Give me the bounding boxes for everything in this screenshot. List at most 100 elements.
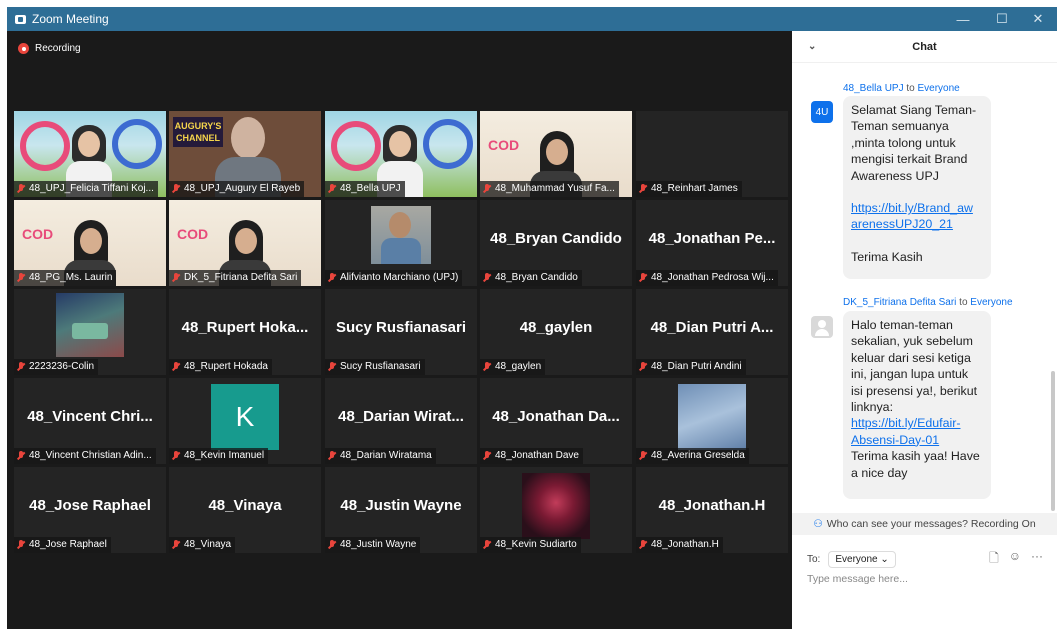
participant-display-name: 48_Bryan Candido bbox=[490, 230, 622, 247]
muted-mic-icon bbox=[639, 273, 647, 283]
chat-tools: 🗋 ☺ ··· bbox=[989, 549, 1043, 570]
minimize-button[interactable]: — bbox=[944, 7, 982, 31]
participant-display-name: 48_Vincent Chri... bbox=[27, 408, 153, 425]
participant-name-label: 48_Jose Raphael bbox=[14, 537, 111, 553]
participant-display-name: 48_Vinaya bbox=[208, 497, 282, 514]
message-link[interactable]: https://bit.ly/Brand_aw bbox=[851, 200, 983, 216]
participant-name-label: 48_Vincent Christian Adin... bbox=[14, 448, 156, 464]
participant-name-label: 48_Bella UPJ bbox=[325, 181, 405, 197]
participant-tile[interactable]: 2223236-Colin bbox=[14, 289, 166, 375]
participant-name-label: 48_UPJ_Augury El Rayeb bbox=[169, 181, 305, 197]
file-icon[interactable]: 🗋 bbox=[989, 549, 999, 570]
participant-tile[interactable]: 48_Bella UPJ bbox=[325, 111, 477, 197]
participant-tile[interactable]: COD 48_Muhammad Yusuf Fa... bbox=[480, 111, 632, 197]
participant-name-label: DK_5_Fitriana Defita Sari bbox=[169, 270, 302, 286]
participant-name-label: 48_Vinaya bbox=[169, 537, 236, 553]
participant-display-name: 48_Jonathan Da... bbox=[492, 408, 620, 425]
muted-mic-icon bbox=[483, 540, 491, 550]
muted-mic-icon bbox=[17, 362, 25, 372]
message-link[interactable]: arenessUPJ20_21 bbox=[851, 216, 983, 232]
muted-mic-icon bbox=[639, 184, 647, 194]
muted-mic-icon bbox=[639, 451, 647, 461]
window-title: Zoom Meeting bbox=[32, 12, 109, 26]
muted-mic-icon bbox=[172, 362, 180, 372]
participant-name-label: Sucy Rusfianasari bbox=[325, 359, 425, 375]
participant-tile[interactable]: 48_Vincent Chri... 48_Vincent Christian A… bbox=[14, 378, 166, 464]
recording-indicator[interactable]: Recording bbox=[18, 43, 81, 54]
participant-name-label: 48_Jonathan Dave bbox=[480, 448, 583, 464]
muted-mic-icon bbox=[639, 362, 647, 372]
gallery-view: Recording 48_UPJ_Felicia Tiffani Koj... A… bbox=[7, 31, 792, 629]
participant-display-name: Sucy Rusfianasari bbox=[335, 319, 467, 336]
zoom-app-icon bbox=[15, 14, 26, 24]
chevron-down-icon[interactable]: ⌄ bbox=[808, 41, 816, 52]
participant-display-name: 48_Rupert Hoka... bbox=[181, 319, 309, 336]
participant-display-name: 48_Darian Wirat... bbox=[338, 408, 464, 425]
participant-tile[interactable]: 48_Averina Greselda bbox=[636, 378, 788, 464]
more-icon[interactable]: ··· bbox=[1031, 549, 1043, 570]
participant-tile[interactable]: COD 48_PG_Ms. Laurin bbox=[14, 200, 166, 286]
participant-name-label: 48_Jonathan Pedrosa Wij... bbox=[636, 270, 778, 286]
participant-tile[interactable]: K 48_Kevin Imanuel bbox=[169, 378, 321, 464]
title-bar: Zoom Meeting — ☐ ✕ bbox=[7, 7, 1057, 31]
participant-tile[interactable]: 48_Justin Wayne 48_Justin Wayne bbox=[325, 467, 477, 553]
participant-tile[interactable]: 48_Jose Raphael 48_Jose Raphael bbox=[14, 467, 166, 553]
participant-name-label: 48_Reinhart James bbox=[636, 181, 742, 197]
participant-tile[interactable]: 48_Kevin Sudiarto bbox=[480, 467, 632, 553]
participant-tile[interactable]: 48_Reinhart James bbox=[636, 111, 788, 197]
participant-tile[interactable]: AUGURY'S CHANNEL 48_UPJ_Augury El Rayeb bbox=[169, 111, 321, 197]
recipient-select[interactable]: Everyone ⌄ bbox=[828, 551, 896, 568]
message-sender: DK_5_Fitriana Defita Sari to Everyone bbox=[843, 297, 1013, 308]
participant-name-label: 48_Muhammad Yusuf Fa... bbox=[480, 181, 619, 197]
maximize-button[interactable]: ☐ bbox=[983, 7, 1021, 31]
muted-mic-icon bbox=[172, 540, 180, 550]
participant-tile[interactable]: Alifvianto Marchiano (UPJ) bbox=[325, 200, 477, 286]
participant-name-label: 48_Jonathan.H bbox=[636, 537, 723, 553]
participant-name-label: Alifvianto Marchiano (UPJ) bbox=[325, 270, 463, 286]
muted-mic-icon bbox=[483, 184, 491, 194]
participant-tile[interactable]: 48_UPJ_Felicia Tiffani Koj... bbox=[14, 111, 166, 197]
muted-mic-icon bbox=[172, 184, 180, 194]
message-link[interactable]: Absensi-Day-01 bbox=[851, 432, 983, 448]
participant-tile[interactable]: 48_Jonathan.H 48_Jonathan.H bbox=[636, 467, 788, 553]
muted-mic-icon bbox=[483, 273, 491, 283]
participant-name-label: 48_Kevin Imanuel bbox=[169, 448, 269, 464]
participant-tile[interactable]: 48_Dian Putri A... 48_Dian Putri Andini bbox=[636, 289, 788, 375]
chat-scrollbar[interactable] bbox=[1051, 371, 1055, 511]
participant-tile[interactable]: 48_Vinaya 48_Vinaya bbox=[169, 467, 321, 553]
message-input[interactable]: Type message here... bbox=[807, 573, 908, 585]
participant-name-label: 48_Justin Wayne bbox=[325, 537, 421, 553]
participant-tile[interactable]: 48_Bryan Candido 48_Bryan Candido bbox=[480, 200, 632, 286]
participant-name-label: 48_Dian Putri Andini bbox=[636, 359, 746, 375]
participant-tile[interactable]: 48_Darian Wirat... 48_Darian Wiratama bbox=[325, 378, 477, 464]
participant-tile[interactable]: Sucy Rusfianasari Sucy Rusfianasari bbox=[325, 289, 477, 375]
participant-tile[interactable]: 48_Jonathan Pe... 48_Jonathan Pedrosa Wij… bbox=[636, 200, 788, 286]
participant-name-label: 48_UPJ_Felicia Tiffani Koj... bbox=[14, 181, 158, 197]
zoom-window: Zoom Meeting — ☐ ✕ Recording 48_UPJ_Feli… bbox=[7, 7, 1057, 629]
participant-tile[interactable]: COD DK_5_Fitriana Defita Sari bbox=[169, 200, 321, 286]
close-button[interactable]: ✕ bbox=[1019, 7, 1057, 31]
muted-mic-icon bbox=[17, 273, 25, 283]
muted-mic-icon bbox=[328, 540, 336, 550]
chat-messages[interactable]: 48_Bella UPJ to Everyone 4U Selamat Sian… bbox=[792, 63, 1057, 503]
muted-mic-icon bbox=[328, 362, 336, 372]
participant-tile[interactable]: 48_gaylen 48_gaylen bbox=[480, 289, 632, 375]
muted-mic-icon bbox=[328, 273, 336, 283]
privacy-notice[interactable]: ⚇ Who can see your messages? Recording O… bbox=[792, 513, 1057, 535]
participant-display-name: 48_Dian Putri A... bbox=[650, 319, 774, 336]
participant-name-label: 48_Bryan Candido bbox=[480, 270, 582, 286]
chat-header: ⌄ Chat bbox=[792, 31, 1057, 63]
avatar: 4U bbox=[811, 101, 833, 123]
participant-name-label: 48_Averina Greselda bbox=[636, 448, 749, 464]
avatar bbox=[811, 316, 833, 338]
muted-mic-icon bbox=[172, 451, 180, 461]
participant-display-name: 48_Jose Raphael bbox=[29, 497, 151, 514]
muted-mic-icon bbox=[17, 451, 25, 461]
message-link[interactable]: https://bit.ly/Edufair- bbox=[851, 415, 983, 431]
muted-mic-icon bbox=[17, 184, 25, 194]
message-sender: 48_Bella UPJ to Everyone bbox=[843, 83, 960, 94]
participant-tile[interactable]: 48_Rupert Hoka... 48_Rupert Hokada bbox=[169, 289, 321, 375]
participant-name-label: 48_Kevin Sudiarto bbox=[480, 537, 581, 553]
participant-tile[interactable]: 48_Jonathan Da... 48_Jonathan Dave bbox=[480, 378, 632, 464]
emoji-icon[interactable]: ☺ bbox=[1009, 549, 1021, 570]
